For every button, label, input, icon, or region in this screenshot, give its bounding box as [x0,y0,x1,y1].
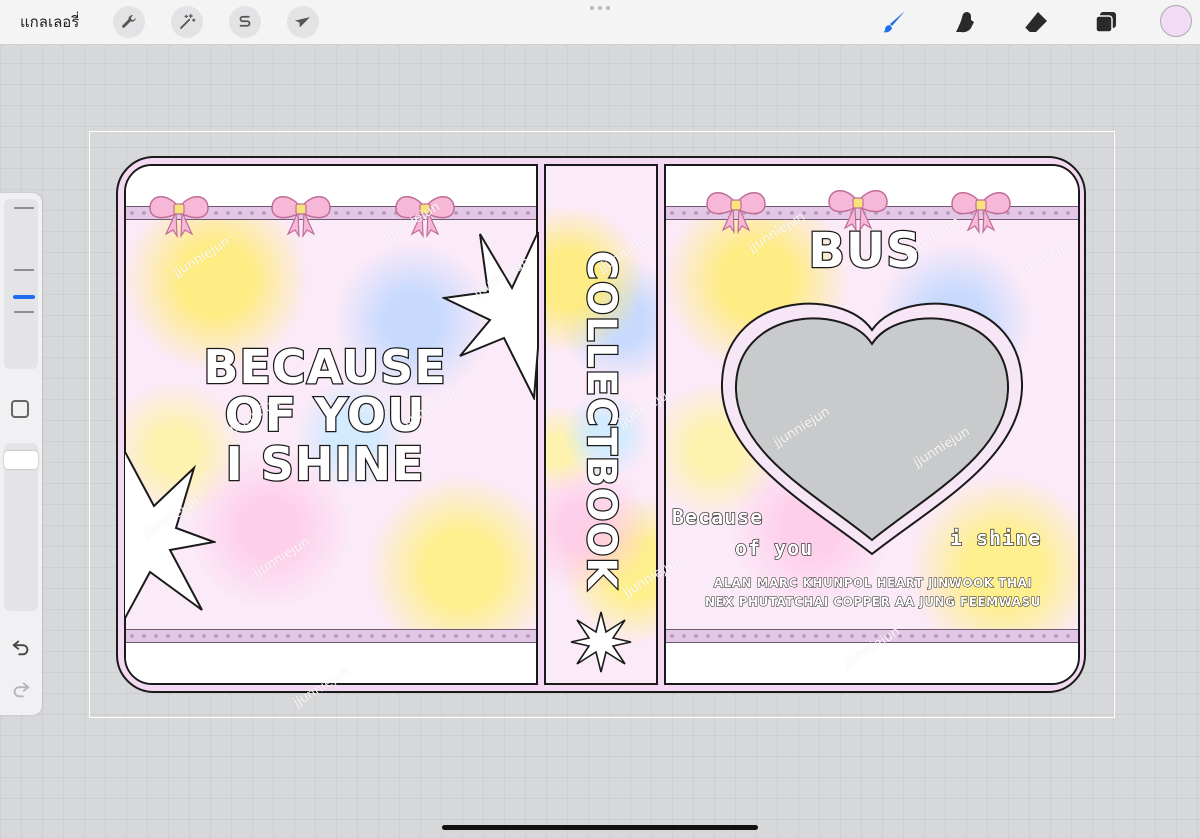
subtitle-of-you: of you [734,535,814,560]
undo-button[interactable] [10,636,32,658]
arrow-cursor-icon [294,17,310,28]
member-names-line: NEX PHUTATCHAI COPPER AA JUNG FEEMWASU [705,594,1041,609]
lace-trim [126,629,536,643]
color-picker-button[interactable] [1160,5,1192,37]
heart-photo-frame [720,302,1024,556]
eraser-icon [1024,12,1047,34]
eraser-button[interactable] [1022,8,1050,36]
transform-button[interactable] [287,6,319,38]
bow-icon [706,192,766,234]
member-names-line: ALAN MARC KHUNPOL HEART JINWOOK THAI [713,576,1033,591]
adjustments-button[interactable] [171,6,203,38]
brush-button[interactable] [880,8,908,36]
undo-icon [12,640,29,656]
magic-wand-icon [180,13,196,29]
subtitle-because: Because [671,504,764,529]
star-burst-icon [570,611,632,673]
home-indicator[interactable] [442,825,758,830]
title-line: BECAUSE [202,340,447,394]
smudge-icon [956,12,974,33]
layers-icon [1095,12,1116,33]
selection-s-icon [239,15,251,27]
redo-icon [13,682,30,698]
layers-button[interactable] [1092,8,1120,36]
title-line: I SHINE [224,436,425,491]
selection-button[interactable] [229,6,261,38]
bow-icon [149,196,209,238]
member-names: ALAN MARC KHUNPOL HEART JINWOOK THAI NEX… [668,574,1078,611]
subtitle-i-shine: i shine [949,525,1042,550]
left-sidebar [0,193,42,715]
wrench-icon [122,15,136,28]
brush-size-slider[interactable] [4,199,38,369]
brush-icon [883,11,905,33]
actions-button[interactable] [113,6,145,38]
gallery-button[interactable]: แกลเลอรี่ [20,10,79,34]
brush-size-handle[interactable] [13,295,35,299]
toolbar-grip[interactable] [590,6,610,10]
smudge-button[interactable] [950,8,978,36]
opacity-handle[interactable] [4,451,38,469]
bow-icon [271,196,331,238]
top-toolbar: แกลเลอรี่ [0,0,1200,45]
modify-button[interactable] [11,400,29,418]
redo-button[interactable] [10,678,32,700]
